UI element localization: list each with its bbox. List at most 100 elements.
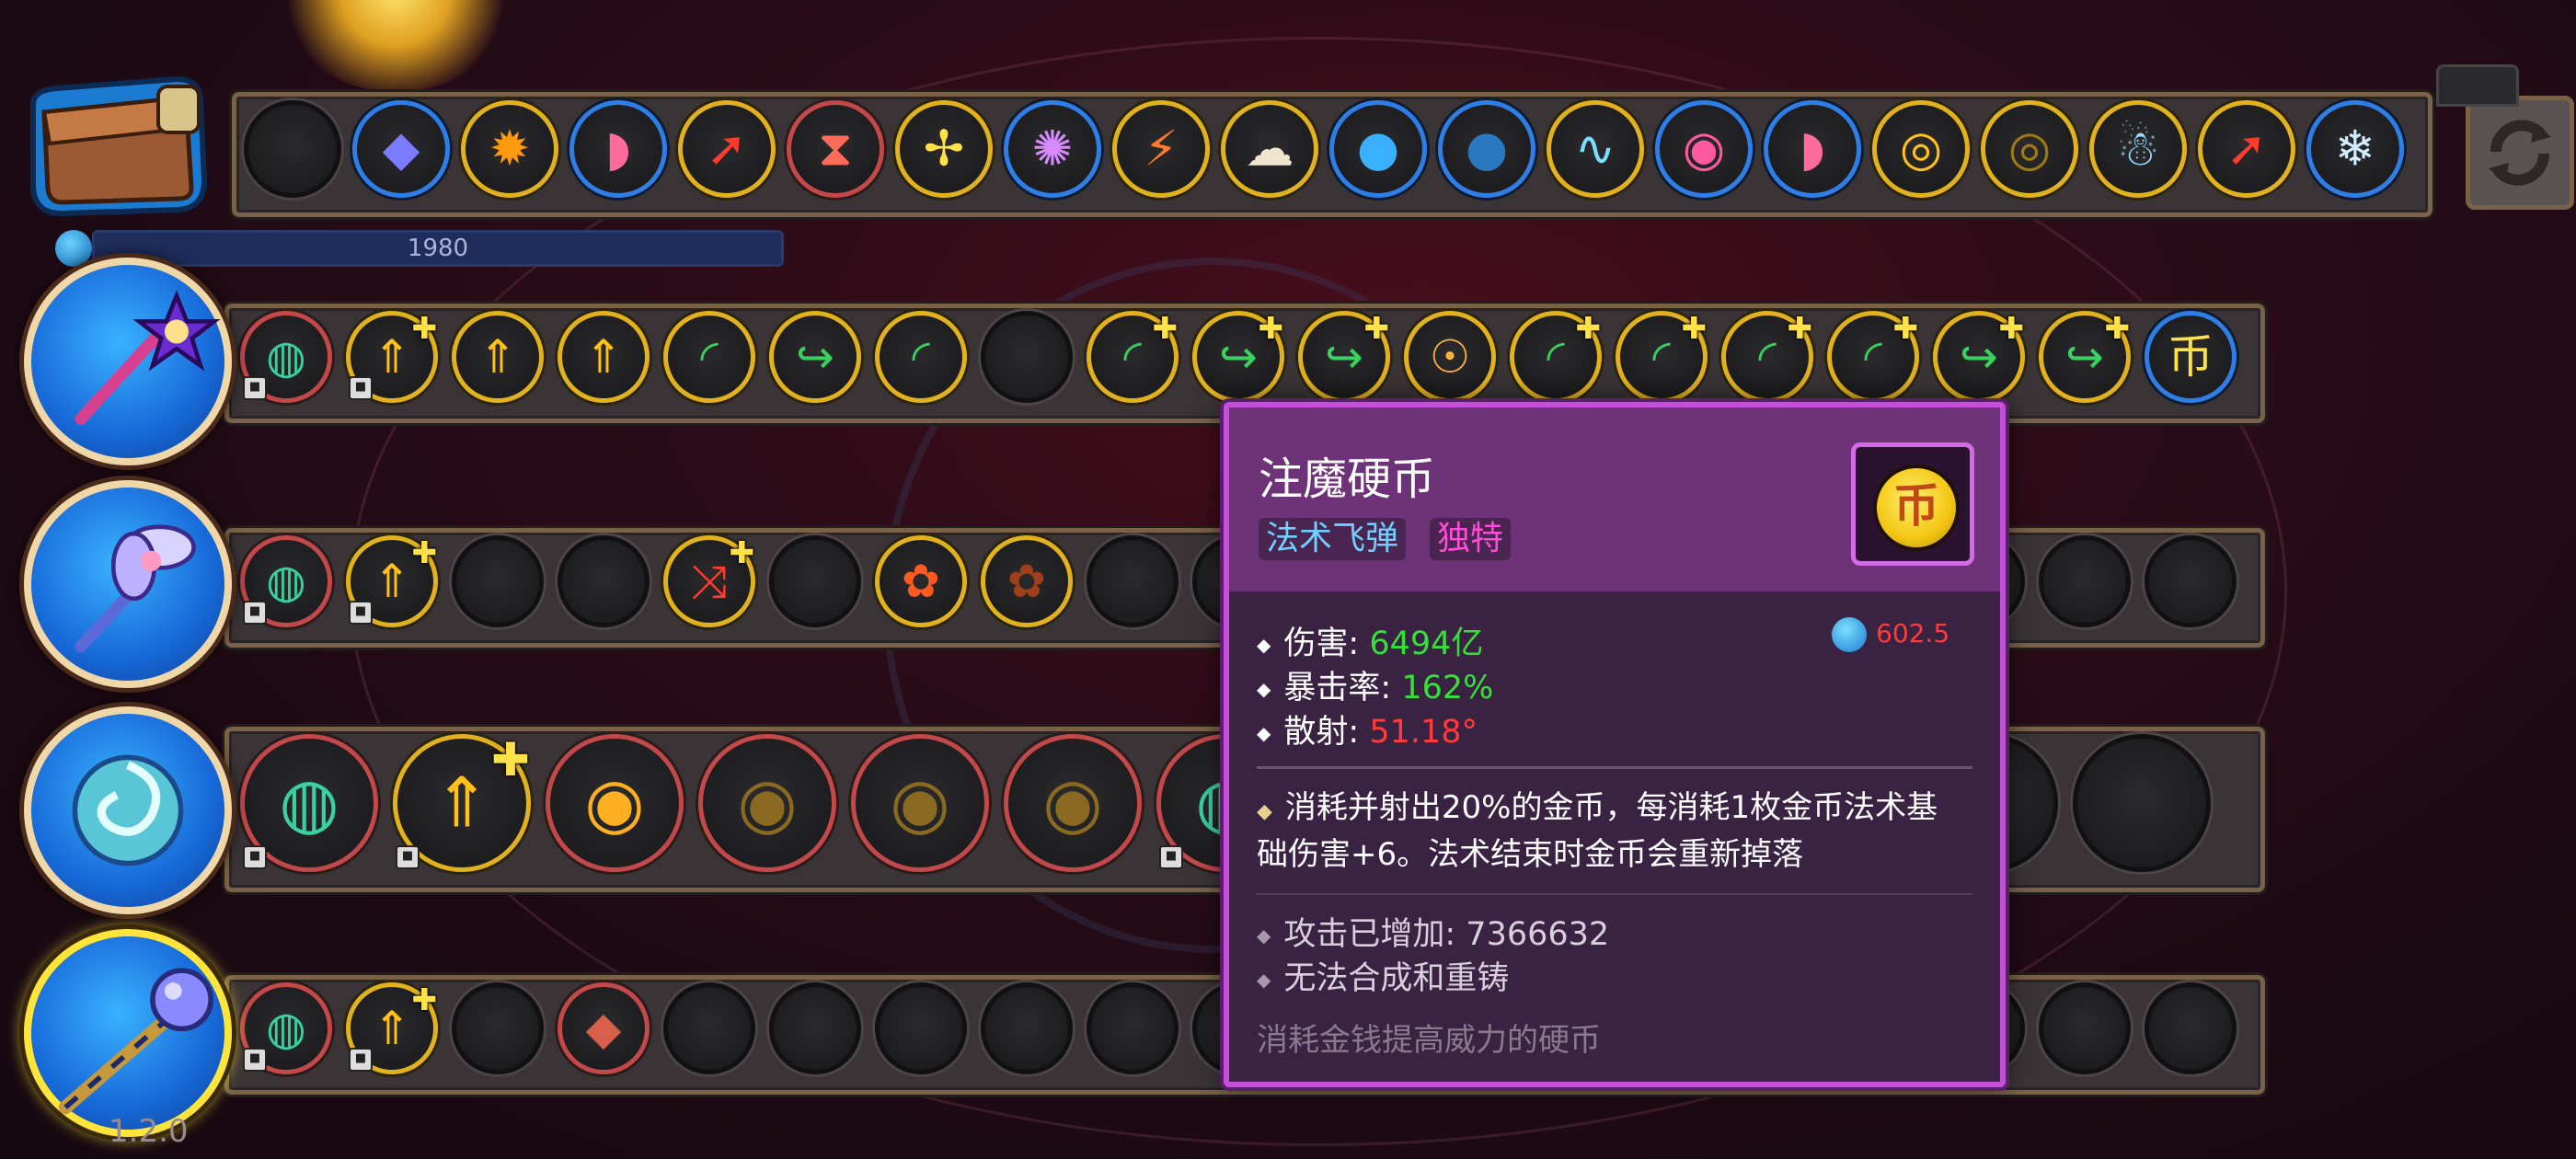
- upgrade-plus-icon: ✚: [2104, 310, 2130, 346]
- wand-row-1-slot[interactable]: 币: [2145, 311, 2237, 403]
- wand-slot-2[interactable]: [24, 480, 232, 688]
- inventory-slot[interactable]: ◗: [1764, 100, 1861, 198]
- inventory-slot[interactable]: ◎: [1981, 100, 2078, 198]
- wand-row-1-slot[interactable]: ☉: [1404, 311, 1496, 403]
- inventory-slot[interactable]: ●: [1438, 100, 1535, 198]
- inventory-slot[interactable]: ❄: [2306, 100, 2404, 198]
- wand-row-4-empty-slot[interactable]: [2145, 982, 2237, 1074]
- wand-row-3-slot[interactable]: ◉: [1004, 734, 1142, 872]
- wand-slot-3[interactable]: [24, 706, 232, 914]
- wand-row-1-empty-slot[interactable]: [981, 311, 1073, 403]
- wand-row-2-empty-slot[interactable]: [2039, 535, 2131, 627]
- lock-icon: ■: [243, 1048, 267, 1072]
- wand-row-4-empty-slot[interactable]: [663, 982, 755, 1074]
- wand-row-1-slot[interactable]: ↪: [769, 311, 861, 403]
- inventory-slot[interactable]: ☁: [1221, 100, 1318, 198]
- inventory-empty-slot[interactable]: [244, 100, 341, 198]
- flame-claws-icon: ⚡: [1144, 120, 1179, 178]
- inventory-slot[interactable]: ⧗: [787, 100, 884, 198]
- wand-row-4-empty-slot[interactable]: [2039, 982, 2131, 1074]
- fire-blossom-icon: ✿: [902, 555, 940, 608]
- wand-row-1-slot[interactable]: ↪ ✚: [1298, 310, 1390, 403]
- wand-row-2-slot[interactable]: ⤨ ✚: [663, 534, 755, 627]
- green-crescent-arrow-plus-icon: ↪: [1219, 330, 1258, 384]
- upgrade-plus-icon: ✚: [1575, 310, 1601, 346]
- wand-row-2-slot[interactable]: ◍ ■: [240, 535, 332, 627]
- wand-row-1-slot[interactable]: ◜ ✚: [1510, 310, 1602, 403]
- wand-row-3-slot[interactable]: ◉: [851, 734, 989, 872]
- wand-row-2-slot[interactable]: ⇑ ✚ ■: [346, 534, 438, 627]
- wand-row-1-slot[interactable]: ↪ ✚: [2039, 310, 2131, 403]
- wand-row-1-slot[interactable]: ◍ ■: [240, 311, 332, 403]
- green-crescent-plus-icon: ◜: [1547, 330, 1565, 384]
- wand-row-4-empty-slot[interactable]: [875, 982, 967, 1074]
- wand-row-1-slot[interactable]: ↪ ✚: [1933, 310, 2025, 403]
- wand-row-3-slot[interactable]: ◉: [546, 734, 684, 872]
- jade-coin-icon: ◍: [279, 762, 339, 843]
- inventory-slot[interactable]: ✢: [895, 100, 993, 198]
- stat-spread: ◆ 散射: 51.18°: [1257, 706, 1478, 752]
- jade-coin-icon: ◍: [266, 555, 306, 608]
- green-crescent-arrow-plus-icon: ↪: [2065, 330, 2104, 384]
- dark-blue-orb-icon: ●: [1465, 120, 1509, 178]
- inventory-chest-button[interactable]: [20, 70, 217, 217]
- attack-added: ◆ 攻击已增加: 7366632: [1257, 908, 1609, 955]
- red-crystal-icon: ◆: [585, 1002, 622, 1055]
- inventory-slot[interactable]: ➚: [678, 100, 776, 198]
- wand-row-2-empty-slot[interactable]: [769, 535, 861, 627]
- wand-row-1-slot[interactable]: ◜ ✚: [1087, 310, 1179, 403]
- wand-row-1-slot[interactable]: ◜: [663, 311, 755, 403]
- inventory-slot[interactable]: ⚡: [1112, 100, 1210, 198]
- stat-spread-value: 51.18°: [1369, 714, 1478, 751]
- wand-row-1-slot[interactable]: ⇑: [558, 311, 650, 403]
- wand-row-4-slot[interactable]: ◍ ■: [240, 982, 332, 1074]
- wand-row-3-empty-slot[interactable]: [2073, 734, 2211, 872]
- wand-row-3-slot[interactable]: ◉: [698, 734, 836, 872]
- inventory-slot[interactable]: ➚: [2198, 100, 2295, 198]
- wand-row-2-empty-slot[interactable]: [1087, 535, 1179, 627]
- wand-row-4-empty-slot[interactable]: [769, 982, 861, 1074]
- wand-slot-1[interactable]: [24, 258, 232, 465]
- wand-row-4-empty-slot[interactable]: [452, 982, 544, 1074]
- wand-row-1-slot[interactable]: ↪ ✚: [1192, 310, 1284, 403]
- upgrade-plus-icon: ✚: [1787, 310, 1812, 346]
- wand-row-1-slot[interactable]: ◜ ✚: [1616, 310, 1708, 403]
- wand-row-3-slot[interactable]: ⇑ ✚ ■: [393, 733, 531, 872]
- inventory-slot[interactable]: ✹: [461, 100, 558, 198]
- wand-row-1-slot[interactable]: ⇑ ✚ ■: [346, 310, 438, 403]
- inventory-slot[interactable]: ●: [1329, 100, 1427, 198]
- inventory-slot[interactable]: ✺: [1004, 100, 1101, 198]
- inventory-slot[interactable]: ∿: [1547, 100, 1644, 198]
- wand-row-4-slot[interactable]: ⇑ ✚ ■: [346, 981, 438, 1074]
- wand-row-2-empty-slot[interactable]: [558, 535, 650, 627]
- wand-slot-4[interactable]: [24, 929, 232, 1137]
- wand-row-1-slot[interactable]: ◜ ✚: [1721, 310, 1813, 403]
- wand-row-2-empty-slot[interactable]: [2145, 535, 2237, 627]
- top-right-tab[interactable]: [2436, 64, 2519, 107]
- inventory-slot[interactable]: ☃: [2089, 100, 2187, 198]
- spell-tooltip: 注魔硬币 法术飞弹 独特 币 ◆ 伤害: 6494亿 ◆ 暴击率: 162% ◆ 散射…: [1224, 402, 2006, 1087]
- diamond-bullet-icon: ◆: [1257, 634, 1271, 656]
- wand-row-2-slot[interactable]: ✿: [875, 535, 967, 627]
- green-crescent-plus-icon: ◜: [1652, 330, 1671, 384]
- wand-row-1-slot[interactable]: ◜: [875, 311, 967, 403]
- background-splash: [276, 0, 515, 92]
- stat-crit: ◆ 暴击率: 162%: [1257, 661, 1493, 708]
- wand-row-1-slot[interactable]: ⇑: [452, 311, 544, 403]
- wand-row-2-slot[interactable]: ✿: [981, 535, 1073, 627]
- wand-row-4-empty-slot[interactable]: [1087, 982, 1179, 1074]
- inventory-slot[interactable]: ◎: [1872, 100, 1970, 198]
- wand-row-3-slot[interactable]: ◍■: [240, 734, 378, 872]
- wand-row-4-slot[interactable]: ◆: [558, 982, 650, 1074]
- inventory-slot[interactable]: ◆: [352, 100, 450, 198]
- upgrade-plus-icon: ✚: [491, 733, 530, 786]
- inventory-slot[interactable]: ◗: [569, 100, 667, 198]
- wand-row-4-empty-slot[interactable]: [981, 982, 1073, 1074]
- inventory-slot[interactable]: ◉: [1655, 100, 1753, 198]
- red-triple-arrow-plus-icon: ⤨: [691, 555, 728, 608]
- wand-row-2-empty-slot[interactable]: [452, 535, 544, 627]
- gold-arrow-up-icon: ⇑: [584, 330, 623, 384]
- upgrade-plus-icon: ✚: [1892, 310, 1918, 346]
- refresh-button[interactable]: [2466, 96, 2574, 210]
- wand-row-1-slot[interactable]: ◜ ✚: [1827, 310, 1919, 403]
